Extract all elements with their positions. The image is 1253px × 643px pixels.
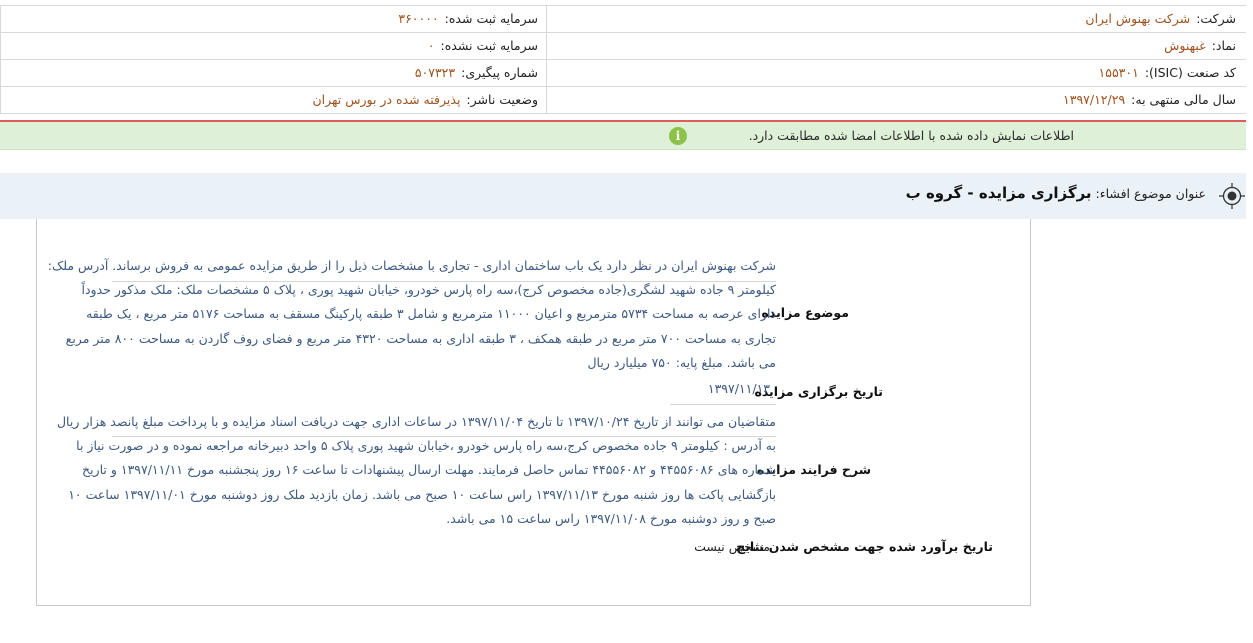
fiscal-value: ۱۳۹۷/۱۲/۲۹ — [1063, 92, 1126, 107]
registered-capital-cell: سرمایه ثبت شده: ۳۶۰۰۰۰ — [0, 6, 546, 32]
subject-line: شرکت بهنوش ایران در نظر دارد یک باب ساخت… — [47, 258, 776, 273]
info-row-fiscal: سال مالی منتهی به: ۱۳۹۷/۱۲/۲۹ وضعیت ناشر:… — [0, 87, 1246, 114]
process-line: صبح و روز دوشنبه مورخ ۱۳۹۷/۱۱/۰۸ راس ساع… — [446, 510, 776, 526]
disclosure-title: عنوان موضوع افشاء:برگزاری مزایده - گروه … — [906, 173, 1206, 219]
info-row-isic: کد صنعت (ISIC): ۱۵۵۳۰۱ شماره پیگیری: ۵۰۷۳۲… — [0, 60, 1246, 87]
company-cell: شرکت: شرکت بهنوش ایران — [546, 6, 1246, 32]
process-line: متقاضیان می توانند از تاریخ ۱۳۹۷/۱۰/۲۴ ت… — [56, 414, 776, 429]
process-line: شماره های ۴۴۵۵۶۰۸۶ و ۴۴۵۵۶۰۸۲ تماس حاصل … — [82, 462, 776, 478]
target-icon — [1219, 183, 1245, 209]
disclosure-title-bar: عنوان موضوع افشاء:برگزاری مزایده - گروه … — [0, 173, 1246, 219]
process-text: متقاضیان می توانند از تاریخ ۱۳۹۷/۱۰/۲۴ ت… — [56, 410, 776, 531]
verification-notice: i اطلاعات نمایش داده شده با اطلاعات امضا… — [0, 122, 1246, 150]
registered-capital-value: ۳۶۰۰۰۰ — [398, 11, 439, 26]
symbol-cell: نماد: غبهنوش — [546, 33, 1246, 59]
fiscal-label: سال مالی منتهی به: — [1131, 92, 1236, 107]
process-line: بازگشایی پاکت ها روز شنبه مورخ ۱۳۹۷/۱۱/۱… — [68, 486, 776, 502]
company-label: شرکت: — [1196, 11, 1236, 26]
disclosure-title-value: برگزاری مزایده - گروه ب — [905, 184, 1092, 202]
divider — [112, 436, 776, 437]
disclosure-title-label: عنوان موضوع افشاء: — [1095, 186, 1206, 201]
subject-line: می باشد. مبلغ پایه: ۷۵۰ میلیارد ریال — [587, 354, 776, 370]
symbol-value: غبهنوش — [1164, 38, 1206, 53]
fiscal-cell: سال مالی منتهی به: ۱۳۹۷/۱۲/۲۹ — [546, 87, 1246, 113]
divider — [112, 281, 776, 282]
subject-line: دارای عرصه به مساحت ۵۷۳۴ مترمربع و اعیان… — [86, 306, 776, 322]
tracking-value: ۵۰۷۳۲۳ — [414, 65, 456, 80]
publisher-status-cell: وضعیت ناشر: پذیرفته شده در بورس تهران — [0, 87, 546, 113]
symbol-label: نماد: — [1211, 38, 1236, 53]
auction-date-label: تاریخ برگزاری مزایده — [754, 384, 883, 399]
publisher-status-value: پذیرفته شده در بورس تهران — [312, 92, 461, 107]
info-row-symbol: نماد: غبهنوش سرمایه ثبت نشده: ۰ — [0, 33, 1246, 60]
tracking-label: شماره پیگیری: — [461, 65, 538, 80]
tracking-cell: شماره پیگیری: ۵۰۷۳۲۳ — [0, 60, 546, 86]
publisher-status-label: وضعیت ناشر: — [466, 92, 538, 107]
notice-text: اطلاعات نمایش داده شده با اطلاعات امضا ش… — [748, 128, 1074, 143]
divider — [670, 404, 776, 405]
auction-date-value: ۱۳۹۷/۱۱/۱۳ — [707, 381, 770, 396]
company-value: شرکت بهنوش ایران — [1085, 11, 1191, 26]
isic-value: ۱۵۵۳۰۱ — [1098, 65, 1139, 80]
registered-capital-label: سرمایه ثبت شده: — [444, 11, 538, 26]
isic-cell: کد صنعت (ISIC): ۱۵۵۳۰۱ — [546, 60, 1246, 86]
process-line: به آدرس : کیلومتر ۹ جاده مخصوص کرج،سه را… — [76, 438, 776, 454]
subject-line: تجاری به مساحت ۷۰۰ متر مربع در طبقه همکف… — [65, 330, 776, 346]
isic-label: کد صنعت (ISIC): — [1144, 65, 1236, 80]
unregistered-capital-cell: سرمایه ثبت نشده: ۰ — [0, 33, 546, 59]
unregistered-capital-value: ۰ — [427, 38, 435, 53]
results-date-label: تاریخ برآورد شده جهت مشخص شدن نتایج — [736, 539, 993, 554]
subject-text: شرکت بهنوش ایران در نظر دارد یک باب ساخت… — [47, 254, 776, 375]
company-info-table: شرکت: شرکت بهنوش ایران سرمایه ثبت شده: ۳۶۰… — [0, 5, 1246, 116]
info-row-company: شرکت: شرکت بهنوش ایران سرمایه ثبت شده: ۳۶۰… — [0, 6, 1246, 33]
unregistered-capital-label: سرمایه ثبت نشده: — [440, 38, 538, 53]
results-date-value: مشخص نیست — [694, 539, 770, 554]
